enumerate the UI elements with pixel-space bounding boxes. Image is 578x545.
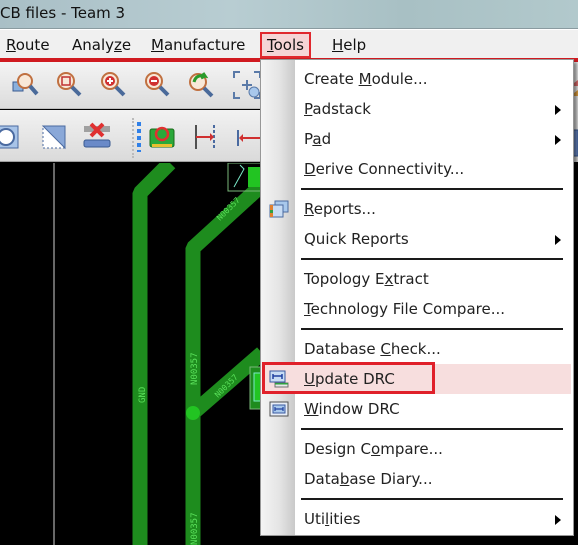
menu-tools[interactable]: Tools (260, 32, 311, 58)
zoom-area-icon (12, 73, 39, 96)
mnemonic-letter: x (384, 270, 394, 288)
window-title: CB files - Team 3 (0, 4, 126, 22)
mnemonic-letter: C (380, 340, 391, 358)
net-label-gnd: GND (138, 387, 148, 403)
menu-item-padstack[interactable]: Padstack (263, 94, 571, 124)
menu-item-create-module[interactable]: Create Module... (263, 64, 571, 94)
menu-separator (301, 188, 563, 190)
menu-item-label: Pad (304, 130, 332, 148)
mnemonic-letter: W (304, 400, 319, 418)
menu-bar: Route Analyze Manufacture Tools Help (0, 29, 578, 58)
mnemonic-letter: z (114, 36, 122, 54)
mnemonic-letter: l (325, 510, 330, 528)
pcb-layout: GND N00357 N00357 N00357 N00357 (53, 163, 262, 545)
menu-item-label: Design Compare... (304, 440, 443, 458)
menu-item-pad[interactable]: Pad (263, 124, 571, 154)
submenu-arrow-icon (555, 515, 561, 525)
dimension-right-icon (195, 125, 215, 149)
menu-item-quick-reports[interactable]: Quick Reports (263, 224, 571, 254)
menu-item-label: Database Diary... (304, 470, 433, 488)
menu-manufacture[interactable]: Manufacture (147, 35, 249, 57)
menu-separator (301, 328, 563, 330)
dimension-right-button[interactable] (190, 122, 220, 152)
toolbar-view (0, 62, 262, 109)
menu-separator (301, 498, 563, 500)
zoom-out-button[interactable] (142, 70, 172, 100)
pad-silk (233, 164, 245, 188)
menu-separator (301, 428, 563, 430)
mnemonic-letter: M (358, 70, 372, 88)
mnemonic-letter: T (267, 36, 274, 54)
menu-item-technology-file-compare[interactable]: Technology File Compare... (263, 294, 571, 324)
zoom-box-icon (57, 72, 82, 97)
menu-item-label: Database Check... (304, 340, 441, 358)
menu-item-database-check[interactable]: Database Check... (263, 334, 571, 364)
menu-item-utilities[interactable]: Utilities (263, 504, 571, 534)
delete-icon (83, 122, 111, 148)
mnemonic-letter: a (312, 130, 322, 148)
mnemonic-letter: P (304, 100, 313, 118)
circle-shape-icon (0, 125, 19, 149)
mnemonic-letter: T (304, 300, 311, 318)
component-icon (149, 126, 175, 148)
shape-select-button[interactable] (40, 122, 70, 152)
zoom-fit-icon (233, 71, 261, 99)
via (186, 406, 200, 420)
submenu-arrow-icon (555, 235, 561, 245)
submenu-arrow-icon (555, 105, 561, 115)
mnemonic-letter: R (304, 200, 314, 218)
mnemonic-letter: M (151, 36, 164, 54)
menu-item-derive-connectivity[interactable]: Derive Connectivity... (263, 154, 571, 184)
net-label: N00357 (190, 512, 200, 545)
component-button[interactable] (147, 122, 177, 152)
submenu-arrow-icon (555, 135, 561, 145)
zoom-fit-button[interactable] (232, 70, 262, 100)
menu-item-label: Window DRC (304, 400, 400, 418)
pcb-canvas[interactable]: GND N00357 N00357 N00357 N00357 (0, 163, 262, 545)
zoom-in-button[interactable] (98, 70, 128, 100)
menu-separator (301, 258, 563, 260)
toolbar-edit (0, 110, 265, 162)
menu-item-database-diary[interactable]: Database Diary... (263, 464, 571, 494)
menu-item-label: Topology Extract (304, 270, 429, 288)
menu-item-design-compare[interactable]: Design Compare... (263, 434, 571, 464)
zoom-out-icon (145, 72, 170, 97)
menu-item-label: Technology File Compare... (304, 300, 506, 318)
title-bar: CB files - Team 3 (0, 0, 578, 29)
zoom-area-button[interactable] (10, 70, 40, 100)
net-label: N00357 (190, 352, 200, 385)
mnemonic-letter: D (304, 160, 316, 178)
menu-item-label: Quick Reports (304, 230, 409, 248)
zoom-previous-icon (189, 72, 214, 98)
menu-item-label: Create Module... (304, 70, 428, 88)
menu-help[interactable]: Help (328, 35, 370, 57)
mnemonic-letter: b (339, 470, 350, 488)
menu-route[interactable]: Route (2, 35, 54, 57)
menu-item-reports[interactable]: Reports... (263, 194, 571, 224)
menu-item-window-drc[interactable]: Window DRC (263, 394, 571, 424)
mnemonic-letter: o (371, 440, 381, 458)
zoom-previous-button[interactable] (186, 70, 216, 100)
menu-item-label: Derive Connectivity... (304, 160, 465, 178)
menu-item-topology-extract[interactable]: Topology Extract (263, 264, 571, 294)
window-drc-icon (269, 400, 289, 418)
toolbar-separator (132, 118, 135, 158)
tools-menu: Create Module... Padstack Pad Derive Connec… (260, 59, 574, 536)
zoom-in-icon (101, 72, 126, 97)
mnemonic-letter: R (6, 36, 16, 54)
menu-analyze[interactable]: Analyze (68, 35, 135, 57)
trace-gnd (132, 163, 176, 545)
menu-item-label: Padstack (304, 100, 371, 118)
shape-select-icon (41, 125, 66, 150)
zoom-box-button[interactable] (54, 70, 84, 100)
annotation-box (262, 362, 435, 394)
toolbar-grip[interactable] (137, 122, 141, 152)
menu-item-label: Utilities (304, 510, 361, 528)
mnemonic-letter: H (332, 36, 344, 54)
circle-shape-button[interactable] (0, 122, 24, 152)
delete-button[interactable] (82, 122, 112, 152)
reports-icon (269, 200, 289, 218)
menu-item-label: Reports... (304, 200, 376, 218)
